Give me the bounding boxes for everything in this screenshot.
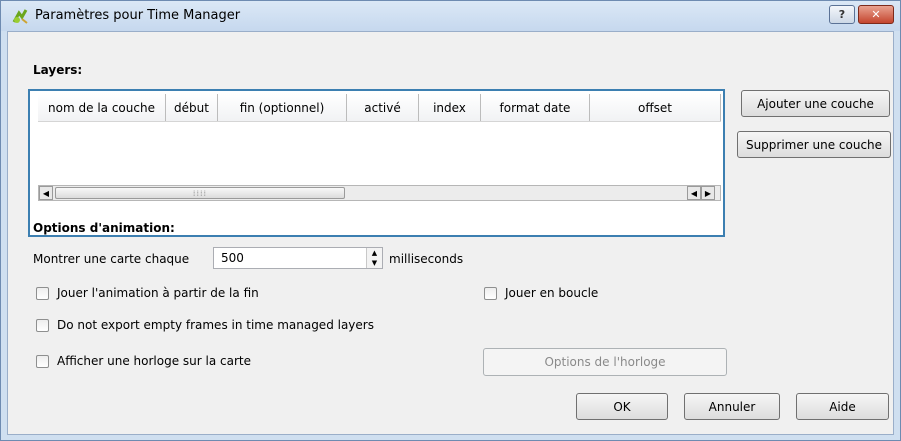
no-empty-frames-label[interactable]: Do not export empty frames in time manag…: [57, 318, 374, 332]
window-title: Paramètres pour Time Manager: [35, 8, 241, 23]
show-clock-checkbox[interactable]: [36, 355, 49, 368]
add-layer-button[interactable]: Ajouter une couche: [741, 90, 890, 117]
scrollbar-thumb[interactable]: ⁞⁞⁞⁞: [55, 187, 345, 199]
close-icon: ✕: [871, 8, 881, 21]
column-header-start[interactable]: début: [166, 94, 218, 121]
remove-layer-button[interactable]: Supprimer une couche: [737, 131, 891, 158]
loop-checkbox[interactable]: [484, 287, 497, 300]
column-header-layer-name[interactable]: nom de la couche: [38, 94, 166, 121]
help-icon: ?: [838, 8, 846, 21]
scroll-left-end-icon[interactable]: ◀: [687, 186, 701, 200]
table-header: nom de la couche début fin (optionnel) a…: [38, 94, 721, 122]
play-backwards-checkbox[interactable]: [36, 287, 49, 300]
layers-section-title: Layers:: [33, 63, 83, 77]
spin-buttons: ▲ ▼: [366, 248, 382, 268]
settings-dialog: Paramètres pour Time Manager ? ✕ Layers:…: [0, 0, 901, 441]
clock-options-button[interactable]: Options de l'horloge: [483, 348, 727, 376]
unit-label: milliseconds: [389, 252, 464, 266]
interval-spinbox[interactable]: 500 ▲ ▼: [213, 247, 383, 269]
ok-button[interactable]: OK: [576, 393, 668, 420]
column-header-end[interactable]: fin (optionnel): [218, 94, 347, 121]
scroll-right-icon[interactable]: ▶: [701, 186, 715, 200]
horizontal-scrollbar[interactable]: ◀ ⁞⁞⁞⁞ ◀ ▶: [38, 185, 721, 201]
column-header-active[interactable]: activé: [347, 94, 419, 121]
cancel-button[interactable]: Annuler: [684, 393, 780, 420]
no-empty-frames-checkbox[interactable]: [36, 319, 49, 332]
play-backwards-label[interactable]: Jouer l'animation à partir de la fin: [57, 286, 259, 300]
show-map-label: Montrer une carte chaque: [33, 252, 190, 266]
help-title-button[interactable]: ?: [829, 5, 855, 24]
spin-down-icon[interactable]: ▼: [367, 258, 382, 268]
title-bar[interactable]: Paramètres pour Time Manager ? ✕: [1, 1, 900, 31]
column-header-date-format[interactable]: format date: [481, 94, 590, 121]
time-manager-icon: [12, 9, 28, 24]
scroll-left-icon[interactable]: ◀: [39, 186, 53, 200]
column-header-offset[interactable]: offset: [590, 94, 721, 121]
grip-icon: ⁞⁞⁞⁞: [192, 188, 208, 198]
help-button[interactable]: Aide: [796, 393, 889, 420]
close-button[interactable]: ✕: [858, 5, 894, 24]
spin-up-icon[interactable]: ▲: [367, 248, 382, 258]
loop-label[interactable]: Jouer en boucle: [505, 286, 598, 300]
show-clock-label[interactable]: Afficher une horloge sur la carte: [57, 354, 251, 368]
interval-value[interactable]: 500: [221, 251, 244, 265]
layers-table[interactable]: nom de la couche début fin (optionnel) a…: [28, 89, 725, 237]
column-header-index[interactable]: index: [419, 94, 481, 121]
animation-section-title: Options d'animation:: [33, 221, 175, 235]
